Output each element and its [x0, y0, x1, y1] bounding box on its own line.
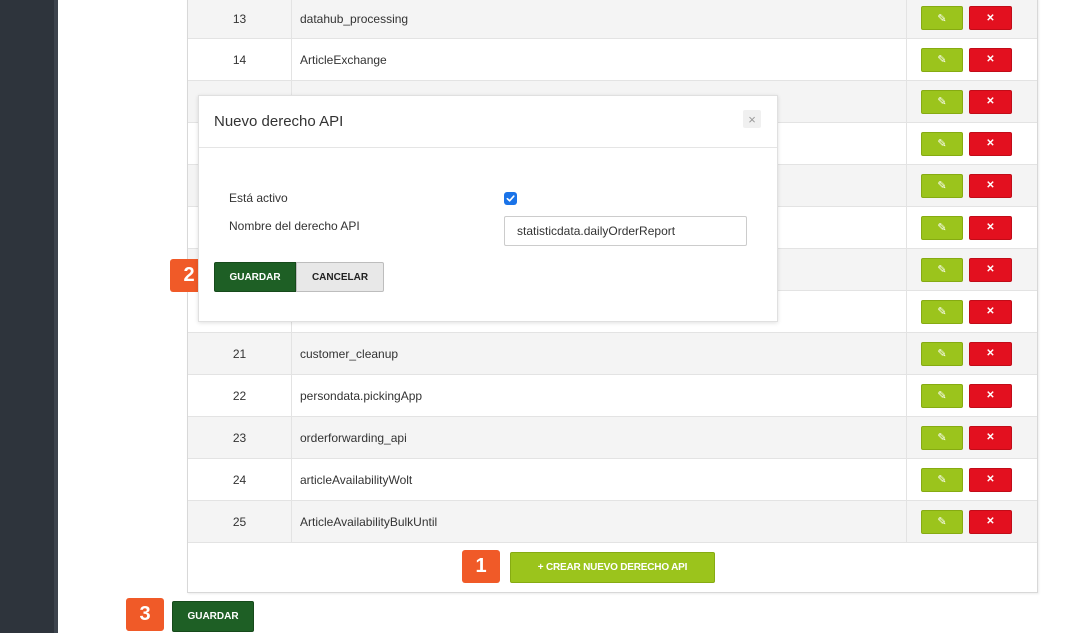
row-actions: ✎ ✕	[907, 501, 1037, 542]
pencil-icon[interactable]: ✎	[921, 509, 963, 534]
pencil-icon[interactable]: ✎	[921, 467, 963, 492]
row-id: 21	[188, 333, 292, 374]
check-icon	[506, 195, 515, 202]
pencil-icon[interactable]: ✎	[921, 6, 963, 30]
row-id: 23	[188, 417, 292, 458]
close-icon[interactable]: ✕	[969, 89, 1012, 114]
pencil-icon[interactable]: ✎	[921, 131, 963, 156]
pencil-icon[interactable]: ✎	[921, 299, 963, 324]
close-icon[interactable]: ✕	[969, 509, 1012, 534]
active-label: Está activo	[229, 191, 288, 205]
close-icon[interactable]: ✕	[969, 467, 1012, 492]
row-actions: ✎ ✕	[907, 459, 1037, 500]
row-id: 24	[188, 459, 292, 500]
row-actions: ✎ ✕	[907, 0, 1037, 38]
table-row: 22 persondata.pickingApp ✎ ✕	[188, 375, 1037, 417]
table-row: 23 orderforwarding_api ✎ ✕	[188, 417, 1037, 459]
new-api-right-modal: Nuevo derecho API × Está activo Nombre d…	[198, 95, 778, 322]
row-id: 25	[188, 501, 292, 542]
close-icon[interactable]: ×	[743, 110, 761, 128]
row-name: customer_cleanup	[292, 333, 907, 374]
close-icon[interactable]: ✕	[969, 425, 1012, 450]
modal-cancel-button[interactable]: CANCELAR	[296, 262, 384, 292]
row-actions: ✎ ✕	[907, 249, 1037, 290]
row-id: 22	[188, 375, 292, 416]
row-id: 14	[188, 39, 292, 80]
row-id: 13	[188, 0, 292, 38]
step-badge-1: 1	[462, 550, 500, 583]
table-row: 21 customer_cleanup ✎ ✕	[188, 333, 1037, 375]
row-actions: ✎ ✕	[907, 417, 1037, 458]
close-icon[interactable]: ✕	[969, 341, 1012, 366]
row-name: ArticleAvailabilityBulkUntil	[292, 501, 907, 542]
table-row: 25 ArticleAvailabilityBulkUntil ✎ ✕	[188, 501, 1037, 543]
close-icon[interactable]: ✕	[969, 6, 1012, 30]
close-icon[interactable]: ✕	[969, 131, 1012, 156]
step-badge-3: 3	[126, 598, 164, 631]
table-row: 24 articleAvailabilityWolt ✎ ✕	[188, 459, 1037, 501]
row-actions: ✎ ✕	[907, 291, 1037, 332]
row-name: persondata.pickingApp	[292, 375, 907, 416]
close-icon[interactable]: ✕	[969, 299, 1012, 324]
pencil-icon[interactable]: ✎	[921, 425, 963, 450]
close-icon[interactable]: ✕	[969, 173, 1012, 198]
create-footer: + CREAR NUEVO DERECHO API	[188, 544, 1037, 592]
close-icon[interactable]: ✕	[969, 215, 1012, 240]
row-actions: ✎ ✕	[907, 39, 1037, 80]
sidebar	[0, 0, 58, 633]
pencil-icon[interactable]: ✎	[921, 89, 963, 114]
close-icon[interactable]: ✕	[969, 47, 1012, 72]
row-actions: ✎ ✕	[907, 81, 1037, 122]
row-actions: ✎ ✕	[907, 207, 1037, 248]
table-row: 13 datahub_processing ✎ ✕	[188, 0, 1037, 39]
close-icon[interactable]: ✕	[969, 257, 1012, 282]
pencil-icon[interactable]: ✎	[921, 383, 963, 408]
pencil-icon[interactable]: ✎	[921, 47, 963, 72]
active-checkbox[interactable]	[504, 192, 517, 205]
row-name: datahub_processing	[292, 0, 907, 38]
row-actions: ✎ ✕	[907, 375, 1037, 416]
modal-header: Nuevo derecho API ×	[199, 96, 777, 148]
modal-save-button[interactable]: GUARDAR	[214, 262, 296, 292]
create-api-right-button[interactable]: + CREAR NUEVO DERECHO API	[510, 552, 715, 583]
api-right-name-input[interactable]: statisticdata.dailyOrderReport	[504, 216, 747, 246]
row-actions: ✎ ✕	[907, 165, 1037, 206]
pencil-icon[interactable]: ✎	[921, 257, 963, 282]
pencil-icon[interactable]: ✎	[921, 215, 963, 240]
pencil-icon[interactable]: ✎	[921, 173, 963, 198]
close-icon[interactable]: ✕	[969, 383, 1012, 408]
row-name: orderforwarding_api	[292, 417, 907, 458]
row-actions: ✎ ✕	[907, 123, 1037, 164]
modal-button-group: GUARDAR CANCELAR	[214, 262, 384, 292]
modal-title: Nuevo derecho API	[214, 113, 344, 130]
save-button[interactable]: GUARDAR	[172, 601, 254, 632]
row-actions: ✎ ✕	[907, 333, 1037, 374]
row-name: ArticleExchange	[292, 39, 907, 80]
row-name: articleAvailabilityWolt	[292, 459, 907, 500]
table-row: 14 ArticleExchange ✎ ✕	[188, 39, 1037, 81]
pencil-icon[interactable]: ✎	[921, 341, 963, 366]
api-right-name-label: Nombre del derecho API	[229, 219, 360, 233]
